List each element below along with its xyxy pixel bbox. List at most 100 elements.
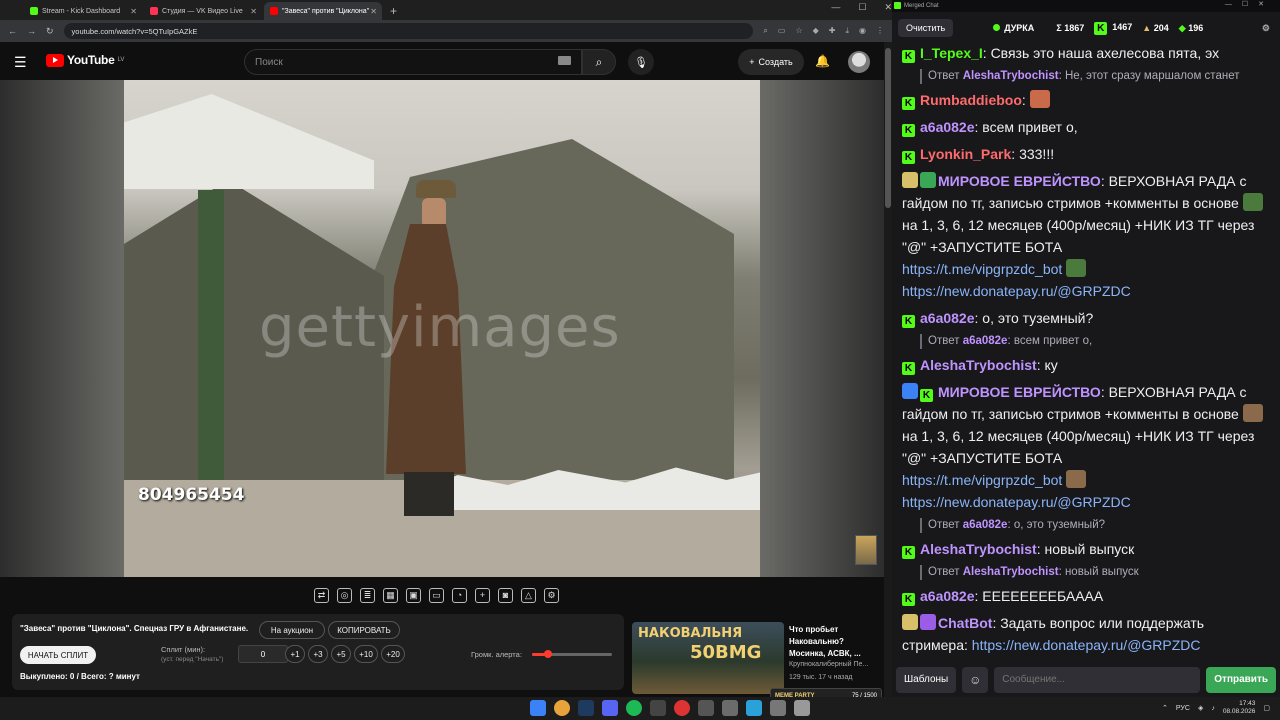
message-input[interactable] <box>994 666 1201 693</box>
recommended-video-title[interactable]: Что пробьет Наковальню? Мосинка, АСВК, .… <box>789 624 879 660</box>
chat-link[interactable]: https://new.donatepay.ru/@GRPZDC <box>902 283 1131 299</box>
create-button[interactable]: + Создать <box>738 49 804 75</box>
start-menu-icon[interactable] <box>530 700 546 716</box>
reply-user[interactable]: AleshaTrybochist <box>963 70 1059 82</box>
recommended-video-thumbnail[interactable]: НАКОВАЛЬНЯ 50BMG <box>632 622 784 694</box>
zoom-icon[interactable]: ⌕ <box>763 26 767 36</box>
extension-icon[interactable]: ◆ <box>813 26 819 36</box>
broadcast-icon[interactable]: ◎ <box>337 587 352 603</box>
clear-chat-button[interactable]: Очистить <box>898 19 954 37</box>
new-tab-icon[interactable]: + <box>390 4 397 18</box>
gear-icon[interactable]: ⚙ <box>544 587 559 603</box>
search-input[interactable]: Поиск <box>244 49 582 75</box>
send-button[interactable]: Отправить <box>1206 666 1276 693</box>
scrollbar-thumb[interactable] <box>885 48 891 208</box>
clock[interactable]: 17:43 08.08.2026 <box>1223 700 1256 716</box>
chat-username[interactable]: a6a082e <box>920 310 975 326</box>
volume-icon[interactable]: ♪ <box>1211 705 1215 712</box>
chat-username[interactable]: a6a082e <box>920 588 975 604</box>
url-field[interactable]: youtube.com/watch?v=5QTuIpGAZkE <box>63 23 754 39</box>
picture-in-picture-icon[interactable]: ▣ <box>406 587 421 603</box>
emoji-picker-icon[interactable]: ☺ <box>962 666 989 693</box>
maximize-icon[interactable]: ☐ <box>858 2 866 13</box>
menu-dots-icon[interactable]: ⋮ <box>876 26 884 36</box>
close-tab-icon[interactable]: ✕ <box>130 7 137 16</box>
chat-username[interactable]: Rumbaddieboo <box>920 92 1022 108</box>
video-player[interactable]: gettyimages 804965454 <box>0 80 884 577</box>
templates-button[interactable]: Шаблоны <box>896 666 957 693</box>
language-indicator[interactable]: РУС <box>1176 705 1190 712</box>
chat-username[interactable]: I_Tepex_I <box>920 45 983 61</box>
reply-user[interactable]: AleshaTrybochist <box>963 566 1059 578</box>
tray-chevron-icon[interactable]: ⌃ <box>1162 704 1168 712</box>
download-icon[interactable]: ⤓ <box>845 26 849 36</box>
start-split-button[interactable]: НАЧАТЬ СПЛИТ <box>20 646 96 664</box>
star-icon[interactable]: ☆ <box>795 26 802 36</box>
close-tab-icon[interactable]: ✕ <box>370 7 377 16</box>
network-icon[interactable]: ◈ <box>1198 704 1203 712</box>
notifications-bell-icon[interactable]: 🔔 <box>815 54 830 68</box>
loop-icon[interactable]: ⇄ <box>314 587 329 603</box>
recommended-channel[interactable]: Крупнокалиберный Пе... <box>789 661 868 668</box>
search-button[interactable]: ⌕ <box>582 49 616 75</box>
chat-link[interactable]: https://t.me/vipgrpzdc_bot <box>902 261 1062 277</box>
app-icon[interactable] <box>650 700 666 716</box>
close-window-icon[interactable]: ✕ <box>884 2 892 13</box>
obs-icon[interactable] <box>674 700 690 716</box>
screenshot-icon[interactable]: ◙ <box>498 587 513 603</box>
chrome-icon[interactable] <box>554 700 570 716</box>
reload-icon[interactable]: ↻ <box>46 26 54 37</box>
reply-user[interactable]: a6a082e <box>963 335 1008 347</box>
add-icon[interactable]: + <box>475 587 490 603</box>
flask-icon[interactable]: △ <box>521 587 536 603</box>
theater-icon[interactable]: ▭ <box>429 587 444 603</box>
app-icon[interactable] <box>698 700 714 716</box>
app-icon[interactable] <box>770 700 786 716</box>
split-minutes-input[interactable]: 0 <box>238 645 288 663</box>
profile-icon[interactable]: ◉ <box>859 26 866 36</box>
chat-username[interactable]: a6a082e <box>920 119 975 135</box>
tab-youtube-video[interactable]: "Завеса" против "Циклона" ✕ <box>264 2 382 20</box>
voice-search-button[interactable]: 🎙 <box>628 49 654 75</box>
increment-button[interactable]: +1 <box>285 645 305 663</box>
auction-button[interactable]: На аукцион <box>259 621 325 639</box>
increment-button[interactable]: +10 <box>354 645 378 663</box>
discord-icon[interactable] <box>602 700 618 716</box>
chat-username[interactable]: МИРОВОЕ ЕВРЕЙСТВО <box>938 384 1101 400</box>
clapper-icon[interactable]: ▦ <box>383 587 398 603</box>
increment-button[interactable]: +3 <box>308 645 328 663</box>
cast-icon[interactable]: ▭ <box>778 26 786 36</box>
speed-icon[interactable]: ◔ <box>452 587 467 603</box>
minimize-icon[interactable]: — <box>831 2 840 13</box>
chat-username[interactable]: AleshaTrybochist <box>920 357 1037 373</box>
puzzle-icon[interactable]: ✚ <box>829 26 836 36</box>
chat-link[interactable]: https://t.me/vipgrpzdc_bot <box>902 472 1062 488</box>
hamburger-menu-icon[interactable]: ☰ <box>14 54 27 71</box>
chat-username[interactable]: AleshaTrybochist <box>920 541 1037 557</box>
spotify-icon[interactable] <box>626 700 642 716</box>
tab-kick-dashboard[interactable]: Stream - Kick Dashboard ✕ <box>24 2 142 20</box>
chat-username[interactable]: ChatBot <box>938 615 992 631</box>
back-icon[interactable]: ← <box>8 26 17 36</box>
tab-vk-studio[interactable]: Студия — VK Видео Live ✕ <box>144 2 262 20</box>
chat-link[interactable]: https://new.donatepay.ru/@GRPZDC <box>902 494 1131 510</box>
chat-username[interactable]: МИРОВОЕ ЕВРЕЙСТВО <box>938 173 1101 189</box>
copy-button[interactable]: КОПИРОВАТЬ <box>328 621 400 639</box>
increment-button[interactable]: +20 <box>381 645 405 663</box>
steam-icon[interactable] <box>578 700 594 716</box>
playlist-icon[interactable]: ≣ <box>360 587 375 603</box>
reply-user[interactable]: a6a082e <box>963 519 1008 531</box>
app-icon[interactable] <box>722 700 738 716</box>
app-icon[interactable] <box>794 700 810 716</box>
volume-knob[interactable] <box>544 650 552 658</box>
youtube-logo[interactable]: YouTube LV <box>46 53 124 67</box>
forward-icon[interactable]: → <box>27 26 36 36</box>
telegram-icon[interactable] <box>746 700 762 716</box>
notifications-icon[interactable]: ▢ <box>1263 704 1270 712</box>
close-tab-icon[interactable]: ✕ <box>250 7 257 16</box>
mini-thumbnail[interactable] <box>855 535 877 565</box>
chat-link[interactable]: https://new.donatepay.ru/@GRPZDC <box>972 637 1201 653</box>
chat-window-controls[interactable]: —☐✕ <box>1225 0 1274 8</box>
avatar[interactable] <box>848 51 870 73</box>
increment-button[interactable]: +5 <box>331 645 351 663</box>
